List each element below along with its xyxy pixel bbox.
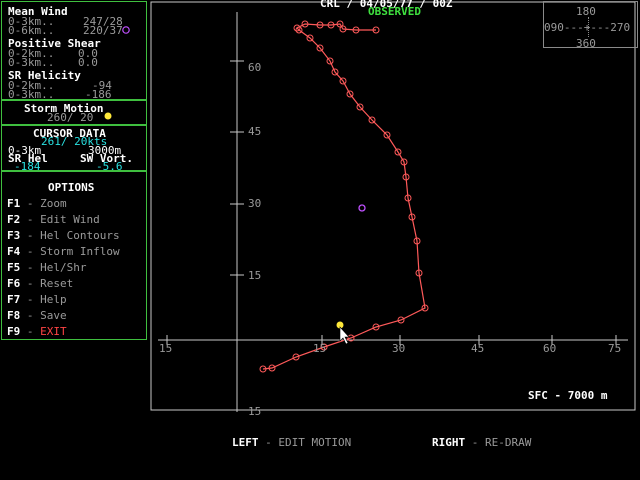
option-key: F9 xyxy=(7,325,21,338)
option-key: F8 xyxy=(7,309,21,322)
option-key: F1 xyxy=(7,197,21,210)
sfc-height-label: SFC - 7000 m xyxy=(528,389,608,402)
option-label: Edit Wind xyxy=(40,213,100,226)
x-tick-label: 30 xyxy=(392,342,406,355)
y-tick-label: 45 xyxy=(248,125,262,138)
cursor-srhel-value: -184 xyxy=(14,160,41,173)
option-save[interactable]: F8 - Save xyxy=(7,310,67,322)
storm-relative-marker xyxy=(358,204,366,212)
footer-left-hint: LEFT - EDIT MOTION xyxy=(232,436,352,449)
option-label: Reset xyxy=(40,277,74,290)
option-exit[interactable]: F9 - EXIT xyxy=(7,326,67,338)
option-key: F7 xyxy=(7,293,21,306)
shear-0-3km-label: 0-3km.. xyxy=(8,56,55,69)
option-label: Hel Contours xyxy=(40,229,120,242)
option-edit-wind[interactable]: F2 - Edit Wind xyxy=(7,214,100,226)
x-tick-label: 75 xyxy=(608,342,622,355)
y-tick-label: 30 xyxy=(248,197,262,210)
footer-left-action: EDIT MOTION xyxy=(278,436,352,449)
option-storm-inflow[interactable]: F4 - Storm Inflow xyxy=(7,246,120,258)
option-key: F4 xyxy=(7,245,21,258)
option-key: F6 xyxy=(7,277,21,290)
option-reset[interactable]: F6 - Reset xyxy=(7,278,73,290)
storm-motion-value: 260/ 20 xyxy=(47,111,94,124)
storm-motion-dot-icon xyxy=(104,112,112,120)
y-tick-label: 15 xyxy=(248,405,262,418)
compass-bottom: 360 xyxy=(576,37,596,50)
option-key: F2 xyxy=(7,213,21,226)
option-zoom[interactable]: F1 - Zoom xyxy=(7,198,67,210)
footer-right-action: RE-DRAW xyxy=(485,436,532,449)
cursor-swvort-value: -5.6 xyxy=(96,160,123,173)
shear-0-3km-value: 0.0 xyxy=(78,56,98,69)
compass-top: 180 xyxy=(576,5,596,18)
option-label: Save xyxy=(40,309,67,322)
footer-left-key: LEFT xyxy=(232,436,259,449)
x-tick-label: 15 xyxy=(159,342,173,355)
option-hel-shr[interactable]: F5 - Hel/Shr xyxy=(7,262,86,274)
option-label: Hel/Shr xyxy=(40,261,87,274)
option-label: Storm Inflow xyxy=(40,245,120,258)
option-hel-contours[interactable]: F3 - Hel Contours xyxy=(7,230,120,242)
footer-right-key: RIGHT xyxy=(432,436,466,449)
mean-wind-circle-icon xyxy=(122,26,130,34)
x-tick-label: 15 xyxy=(313,342,327,355)
helicity-0-3km-value: -186 xyxy=(85,88,112,101)
option-label: Zoom xyxy=(40,197,67,210)
observed-status: OBSERVED xyxy=(368,5,421,18)
option-label: EXIT xyxy=(40,325,67,338)
options-title: OPTIONS xyxy=(48,181,95,194)
x-tick-label: 60 xyxy=(543,342,557,355)
x-tick-label: 45 xyxy=(471,342,485,355)
y-tick-label: 60 xyxy=(248,61,262,74)
option-key: F3 xyxy=(7,229,21,242)
option-help[interactable]: F7 - Help xyxy=(7,294,67,306)
helicity-0-3km-label: 0-3km.. xyxy=(8,88,55,101)
mean-wind-0-6km-value: 220/37 xyxy=(83,24,123,37)
option-key: F5 xyxy=(7,261,21,274)
option-label: Help xyxy=(40,293,67,306)
y-tick-label: 15 xyxy=(248,269,262,282)
compass-vertical-line xyxy=(588,17,590,37)
footer-right-hint: RIGHT - RE-DRAW xyxy=(432,436,532,449)
mean-wind-0-6km-label: 0-6km.. xyxy=(8,24,55,37)
